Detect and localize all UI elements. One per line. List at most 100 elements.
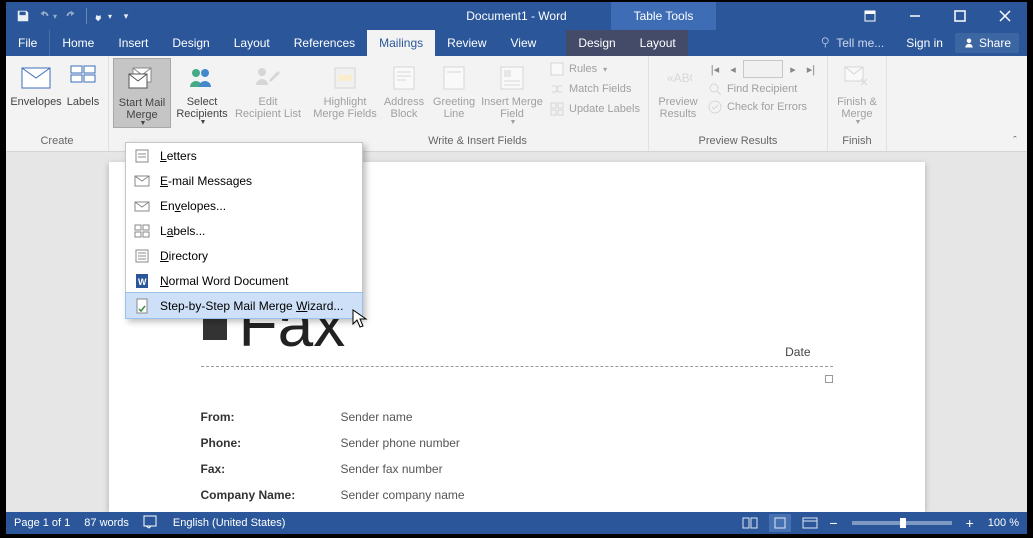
finish-icon [841, 62, 873, 94]
address-block-icon [388, 62, 420, 94]
envelopes-button[interactable]: Envelopes [10, 58, 62, 108]
group-start-mail-merge: Start Mail Merge ▼ Select Recipients ▼ E… [109, 56, 307, 151]
group-write-insert-fields: Highlight Merge Fields Address Block Gre… [307, 56, 649, 151]
start-mail-merge-button[interactable]: Start Mail Merge ▼ [113, 58, 171, 128]
group-finish: Finish & Merge ▼ Finish [828, 56, 887, 151]
maximize-button[interactable] [937, 2, 982, 30]
page-number-status[interactable]: Page 1 of 1 [14, 517, 70, 529]
mail-merge-icon [126, 63, 158, 95]
word-count-status[interactable]: 87 words [84, 517, 129, 529]
menu-letters[interactable]: Letters [126, 143, 362, 168]
rules-button: Rules▾ [545, 60, 644, 78]
update-labels-button: Update Labels [545, 100, 644, 118]
tell-me-search[interactable]: Tell me... [810, 36, 894, 50]
close-button[interactable] [982, 2, 1027, 30]
menu-envelopes[interactable]: Envelopes... [126, 193, 362, 218]
qat-customize-icon[interactable]: ▾ [115, 5, 137, 27]
proofing-icon[interactable] [143, 515, 159, 532]
chevron-down-icon: ▼ [140, 120, 147, 127]
last-record-icon: ▸| [803, 61, 819, 77]
tab-mailings[interactable]: Mailings [367, 30, 435, 56]
highlight-icon [329, 62, 361, 94]
preview-icon: «ABC» [662, 62, 694, 94]
menu-directory[interactable]: Directory [126, 243, 362, 268]
word-app-window: ▾ ▾ ▾ Document1 - Word Table Tools File … [6, 2, 1027, 534]
insert-merge-field-button: Insert Merge Field ▼ [479, 58, 545, 126]
group-create: Envelopes Labels Create [6, 56, 109, 151]
ribbon: Envelopes Labels Create Start Mail Merge… [6, 56, 1027, 152]
greeting-icon [438, 62, 470, 94]
labels-icon [67, 62, 99, 94]
field-row: Fax:Sender fax number [201, 456, 833, 482]
tab-design[interactable]: Design [160, 30, 221, 56]
search-icon [707, 81, 723, 97]
first-record-icon: |◂ [707, 61, 723, 77]
directory-icon [132, 246, 152, 266]
tab-table-design[interactable]: Design [566, 30, 627, 56]
read-mode-icon[interactable] [739, 514, 761, 532]
next-record-icon: ▸ [785, 61, 801, 77]
recipients-icon [186, 62, 218, 94]
finish-merge-button: Finish & Merge ▼ [832, 58, 882, 126]
menu-email-messages[interactable]: E-mail Messages [126, 168, 362, 193]
record-navigation: |◂ ◂ ▸ ▸| [703, 58, 823, 80]
redo-icon[interactable] [60, 5, 82, 27]
undo-icon[interactable]: ▾ [36, 5, 58, 27]
start-mail-merge-menu: Letters E-mail Messages Envelopes... Lab… [125, 142, 363, 319]
zoom-level[interactable]: 100 % [988, 517, 1019, 529]
svg-text:«ABC»: «ABC» [667, 71, 692, 85]
touch-mode-icon[interactable]: ▾ [91, 5, 113, 27]
web-layout-icon[interactable] [799, 514, 821, 532]
email-icon [132, 171, 152, 191]
menu-labels[interactable]: Labels... [126, 218, 362, 243]
chevron-down-icon: ▼ [854, 119, 861, 126]
wizard-icon [132, 296, 152, 316]
chevron-down-icon: ▼ [200, 119, 207, 126]
language-status[interactable]: English (United States) [173, 517, 286, 529]
save-icon[interactable] [12, 5, 34, 27]
rules-icon [549, 61, 565, 77]
tab-layout[interactable]: Layout [222, 30, 282, 56]
minimize-button[interactable] [892, 2, 937, 30]
record-number-input [743, 60, 783, 78]
status-bar: Page 1 of 1 87 words English (United Sta… [6, 512, 1027, 534]
check-errors-button: Check for Errors [703, 98, 823, 116]
tab-file[interactable]: File [6, 30, 50, 56]
field-row: From:Sender name [201, 404, 833, 430]
highlight-merge-fields-button: Highlight Merge Fields [311, 58, 379, 120]
zoom-slider[interactable] [852, 521, 952, 525]
select-recipients-button[interactable]: Select Recipients ▼ [171, 58, 233, 126]
sign-in-link[interactable]: Sign in [898, 36, 951, 50]
quick-access-toolbar: ▾ ▾ ▾ [6, 5, 137, 27]
tab-references[interactable]: References [282, 30, 367, 56]
word-doc-icon: W [132, 271, 152, 291]
tab-table-layout[interactable]: Layout [628, 30, 688, 56]
tab-insert[interactable]: Insert [106, 30, 160, 56]
zoom-in-button[interactable]: + [966, 515, 974, 531]
menu-mail-merge-wizard[interactable]: Step-by-Step Mail Merge Wizard... [126, 293, 362, 318]
preview-results-button: «ABC» Preview Results [653, 58, 703, 120]
ribbon-tabs: File Home Insert Design Layout Reference… [6, 30, 1027, 56]
menu-normal-word-document[interactable]: W Normal Word Document [126, 268, 362, 293]
svg-text:W: W [138, 277, 147, 287]
chevron-down-icon: ▼ [510, 119, 517, 126]
group-preview-results: «ABC» Preview Results |◂ ◂ ▸ ▸| Find Rec… [649, 56, 828, 151]
find-recipient-button: Find Recipient [703, 80, 823, 98]
match-icon [549, 81, 565, 97]
collapse-ribbon-icon[interactable]: ˆ [1003, 56, 1027, 151]
title-bar: ▾ ▾ ▾ Document1 - Word Table Tools [6, 2, 1027, 30]
labels-button[interactable]: Labels [62, 58, 104, 108]
tab-home[interactable]: Home [50, 30, 106, 56]
tab-review[interactable]: Review [435, 30, 498, 56]
zoom-out-button[interactable]: − [829, 515, 837, 531]
greeting-line-button: Greeting Line [429, 58, 479, 120]
envelope-icon [132, 196, 152, 216]
update-icon [549, 101, 565, 117]
field-row: Phone:Sender phone number [201, 430, 833, 456]
print-layout-icon[interactable] [769, 514, 791, 532]
labels-icon [132, 221, 152, 241]
share-button[interactable]: Share [955, 33, 1019, 53]
field-row: Company Name:Sender company name [201, 482, 833, 508]
tab-view[interactable]: View [499, 30, 549, 56]
ribbon-display-options-icon[interactable] [847, 2, 892, 30]
